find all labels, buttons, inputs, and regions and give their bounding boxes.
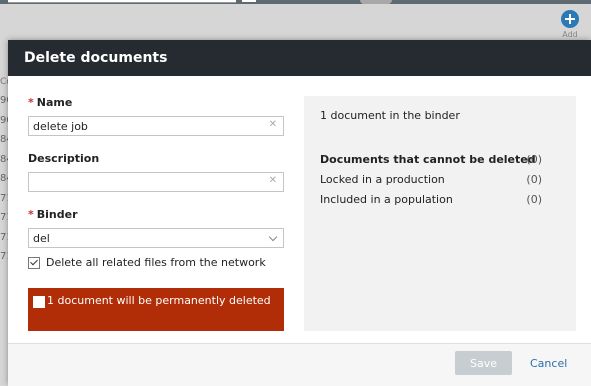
add-label: Add	[562, 30, 578, 39]
binder-value: del	[33, 232, 50, 245]
required-mark: *	[28, 96, 34, 109]
close-icon[interactable]: ✕	[269, 175, 277, 186]
dialog-footer: Save Cancel	[8, 343, 591, 386]
name-input[interactable]: delete job ✕	[28, 116, 284, 136]
dialog-title: Delete documents	[8, 40, 591, 76]
description-label: Description	[28, 152, 100, 165]
summary-label: Documents that cannot be deleted	[320, 153, 536, 166]
document-count: 1 document in the binder	[320, 109, 460, 122]
chevron-down-icon	[268, 232, 278, 242]
add-button[interactable]: Add	[558, 10, 582, 39]
cancel-button[interactable]: Cancel	[530, 357, 567, 370]
name-value: delete job	[33, 120, 88, 133]
summary-row-population: Included in a population (0)	[320, 193, 542, 206]
app-search-input[interactable]	[8, 0, 236, 3]
close-icon[interactable]: ✕	[269, 119, 277, 130]
summary-panel: 1 document in the binder Documents that …	[304, 96, 576, 331]
confirm-delete-checkbox[interactable]	[33, 296, 45, 308]
summary-label: Locked in a production	[320, 173, 445, 186]
delete-related-row[interactable]: Delete all related files from the networ…	[28, 256, 284, 269]
warning-text: 1 document will be permanently deleted	[47, 294, 271, 307]
required-mark: *	[28, 208, 34, 221]
summary-value: (0)	[526, 153, 542, 166]
summary-label: Included in a population	[320, 193, 453, 206]
name-label: * Name	[28, 96, 284, 109]
delete-documents-dialog: Delete documents * Name delete job ✕ Desc…	[8, 40, 591, 386]
app-search-button[interactable]	[242, 0, 256, 2]
delete-related-label: Delete all related files from the networ…	[46, 256, 266, 269]
binder-label-text: Binder	[36, 208, 78, 221]
plus-circle-icon	[561, 10, 579, 28]
permanent-delete-warning: 1 document will be permanently deleted	[28, 288, 284, 331]
binder-select[interactable]: del	[28, 228, 284, 248]
summary-row-cannot-delete: Documents that cannot be deleted (0)	[320, 153, 542, 166]
delete-related-checkbox[interactable]	[28, 256, 40, 269]
summary-row-locked: Locked in a production (0)	[320, 173, 542, 186]
binder-label: * Binder	[28, 208, 284, 221]
summary-value: (0)	[526, 173, 542, 186]
save-button[interactable]: Save	[455, 351, 512, 375]
summary-value: (0)	[526, 193, 542, 206]
description-input[interactable]: ✕	[28, 172, 284, 192]
form-column: * Name delete job ✕ Description ✕ * Binder…	[28, 96, 284, 269]
name-label-text: Name	[36, 96, 73, 109]
